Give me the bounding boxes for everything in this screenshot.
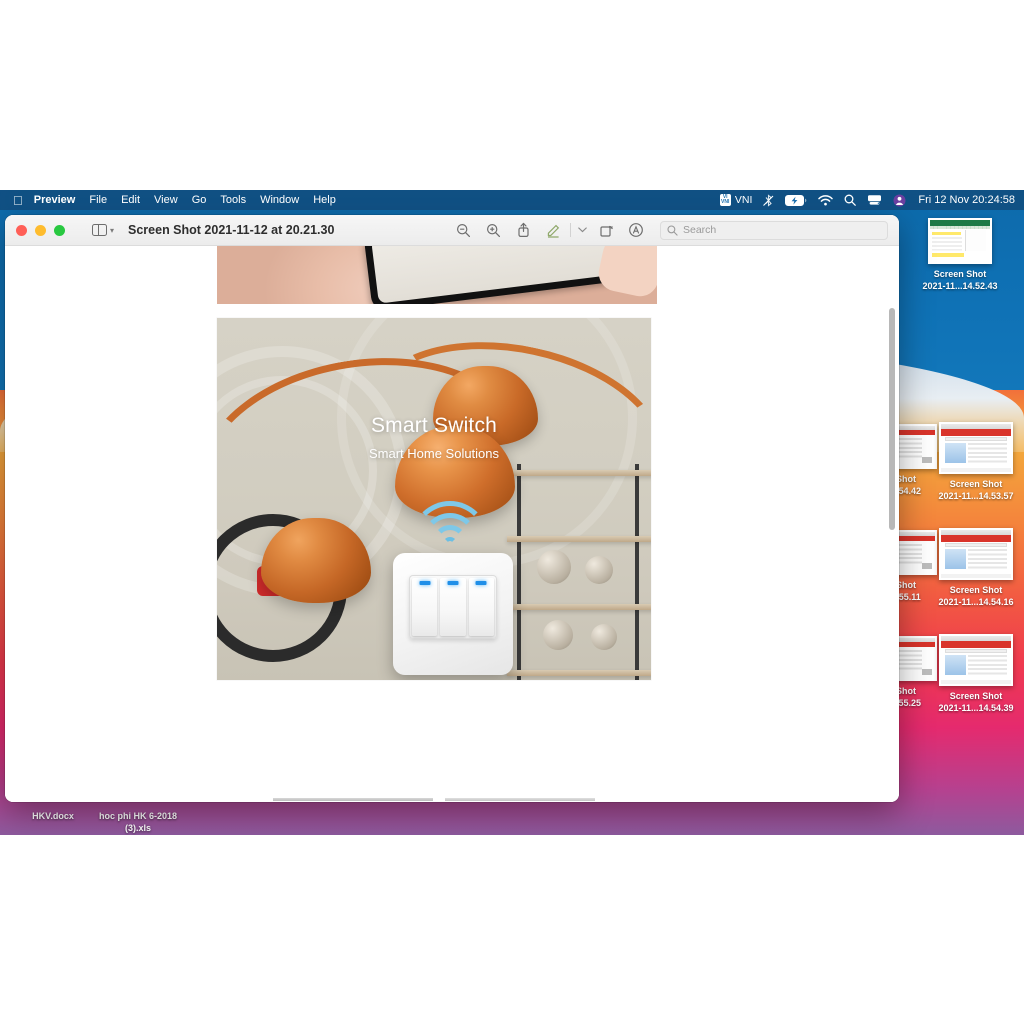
desktop-icon-label: Screen Shot 2021-11...14.54.16: [938, 585, 1014, 607]
menu-bar-status-items: VI VNI VNI Fri 12 Nov 20:24:58: [709, 193, 1015, 207]
menu-item-file[interactable]: File: [89, 194, 107, 206]
menu-bar-clock[interactable]: Fri 12 Nov 20:24:58: [918, 194, 1015, 206]
desktop-icon-thumbnail: [928, 218, 992, 264]
desktop-icon-thumbnail: [939, 422, 1013, 474]
battery-charging-icon[interactable]: [785, 194, 807, 206]
desktop-icon-hocphi-xls[interactable]: hoc phi HK 6-2018 (3).xls: [92, 806, 184, 834]
close-button[interactable]: [16, 224, 27, 236]
desktop-icon-label: hoc phi HK 6-2018 (3).xls: [98, 811, 178, 833]
fast-user-switch-icon[interactable]: [893, 194, 906, 207]
vertical-scrollbar[interactable]: [889, 308, 895, 530]
window-toolbar: [448, 219, 651, 241]
input-method-badge-icon[interactable]: VI VNI: [719, 193, 731, 207]
desktop-icon-label: Screen Shot 2021-11...14.54.39: [938, 691, 1014, 713]
menu-item-tools[interactable]: Tools: [220, 194, 246, 206]
desktop-icon-label: Screen Shot 2021-11...14.52.43: [922, 269, 998, 291]
menu-item-help[interactable]: Help: [313, 194, 336, 206]
document-image-previous: [217, 246, 657, 304]
document-image-next-sliver-2: [445, 798, 595, 801]
window-traffic-lights: [16, 224, 65, 236]
menu-item-window[interactable]: Window: [260, 194, 299, 206]
rotate-button[interactable]: [591, 219, 621, 241]
search-field[interactable]: Search: [660, 220, 888, 240]
window-title: Screen Shot 2021-11-12 at 20.21.30: [128, 223, 335, 237]
desktop-icon-screenshot-145439[interactable]: Screen Shot 2021-11...14.54.39: [928, 634, 1024, 714]
document-image-next-sliver: [273, 798, 433, 801]
bluetooth-off-icon[interactable]: [763, 193, 774, 207]
screen-sharing-icon[interactable]: [867, 194, 882, 206]
sidebar-toggle-icon: [92, 223, 107, 237]
window-titlebar[interactable]: ▾ Screen Shot 2021-11-12 at 20.21.30 Sea…: [5, 215, 899, 246]
minimize-button[interactable]: [35, 224, 46, 236]
share-button[interactable]: [508, 219, 538, 241]
zoom-out-button[interactable]: [448, 219, 478, 241]
wifi-icon[interactable]: [818, 194, 834, 206]
desktop-icon-thumbnail: [939, 634, 1013, 686]
wifi-signal-graphic: [409, 501, 491, 551]
menu-item-view[interactable]: View: [154, 194, 178, 206]
apple-logo-icon[interactable]: : [13, 194, 23, 207]
desktop-icon-hkv-docx[interactable]: HKV.docx: [8, 806, 98, 823]
toolbar-divider: [570, 223, 571, 237]
desktop-icon-screenshot-145416[interactable]: Screen Shot 2021-11...14.54.16: [928, 528, 1024, 608]
desktop-icon-thumbnail: [939, 528, 1013, 580]
document-image-main: Smart Switch Smart Home Solutions: [217, 318, 651, 680]
annotate-button[interactable]: [621, 219, 651, 241]
smart-switch-product: [393, 553, 513, 675]
menu-item-go[interactable]: Go: [192, 194, 207, 206]
menu-bar:  Preview File Edit View Go Tools Window…: [0, 190, 1024, 210]
markup-options-button[interactable]: [573, 219, 591, 241]
document-scroll-area[interactable]: Smart Switch Smart Home Solutions: [5, 246, 899, 802]
sidebar-toggle-button[interactable]: ▾: [92, 223, 115, 237]
input-method-label[interactable]: VNI: [735, 194, 753, 206]
desktop-icon-label: HKV.docx: [32, 811, 74, 821]
chevron-down-icon: ▾: [110, 225, 115, 235]
desktop-icon-screenshot-145357[interactable]: Screen Shot 2021-11...14.53.57: [928, 422, 1024, 502]
shelf-decor: [507, 464, 651, 680]
zoom-in-button[interactable]: [478, 219, 508, 241]
spotlight-search-icon[interactable]: [844, 194, 857, 206]
menu-item-edit[interactable]: Edit: [121, 194, 140, 206]
desktop-screen:  Preview File Edit View Go Tools Window…: [0, 190, 1024, 835]
preview-window[interactable]: ▾ Screen Shot 2021-11-12 at 20.21.30 Sea…: [5, 215, 899, 802]
markup-button[interactable]: [538, 219, 568, 241]
menu-item-preview[interactable]: Preview: [34, 194, 76, 206]
zoom-button[interactable]: [54, 224, 65, 236]
desktop-icon-label: Screen Shot 2021-11...14.53.57: [938, 479, 1014, 501]
search-icon: [667, 224, 678, 236]
search-placeholder: Search: [683, 224, 717, 236]
desktop-icon-screenshot-145243[interactable]: Screen Shot 2021-11...14.52.43: [912, 218, 1008, 292]
